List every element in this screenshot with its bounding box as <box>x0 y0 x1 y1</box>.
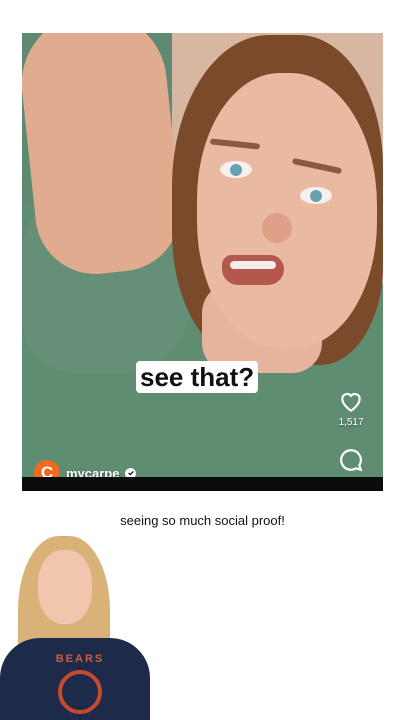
presenter-shirt-text: BEARS <box>55 653 105 665</box>
like-count: 1,517 <box>338 417 364 428</box>
right-eye <box>300 187 332 204</box>
presenter-overlay: BEARS <box>0 528 150 720</box>
presenter-shirt-logo-icon <box>58 670 102 714</box>
nose <box>262 213 292 243</box>
video-person-arm <box>22 33 187 280</box>
comment-icon <box>340 449 363 472</box>
video-bottom-bar <box>22 477 383 491</box>
mouth <box>222 255 284 285</box>
video-subtitle: seeing so much social proof! <box>120 513 285 528</box>
heart-icon <box>341 392 361 413</box>
video-caption: see that? <box>136 361 259 393</box>
left-eye <box>220 161 252 178</box>
presenter-face <box>38 550 92 624</box>
video-post[interactable]: see that? 1,517 252 C mycarpe <box>22 33 383 491</box>
like-button[interactable]: 1,517 <box>331 389 371 428</box>
video-person-face <box>197 73 377 348</box>
